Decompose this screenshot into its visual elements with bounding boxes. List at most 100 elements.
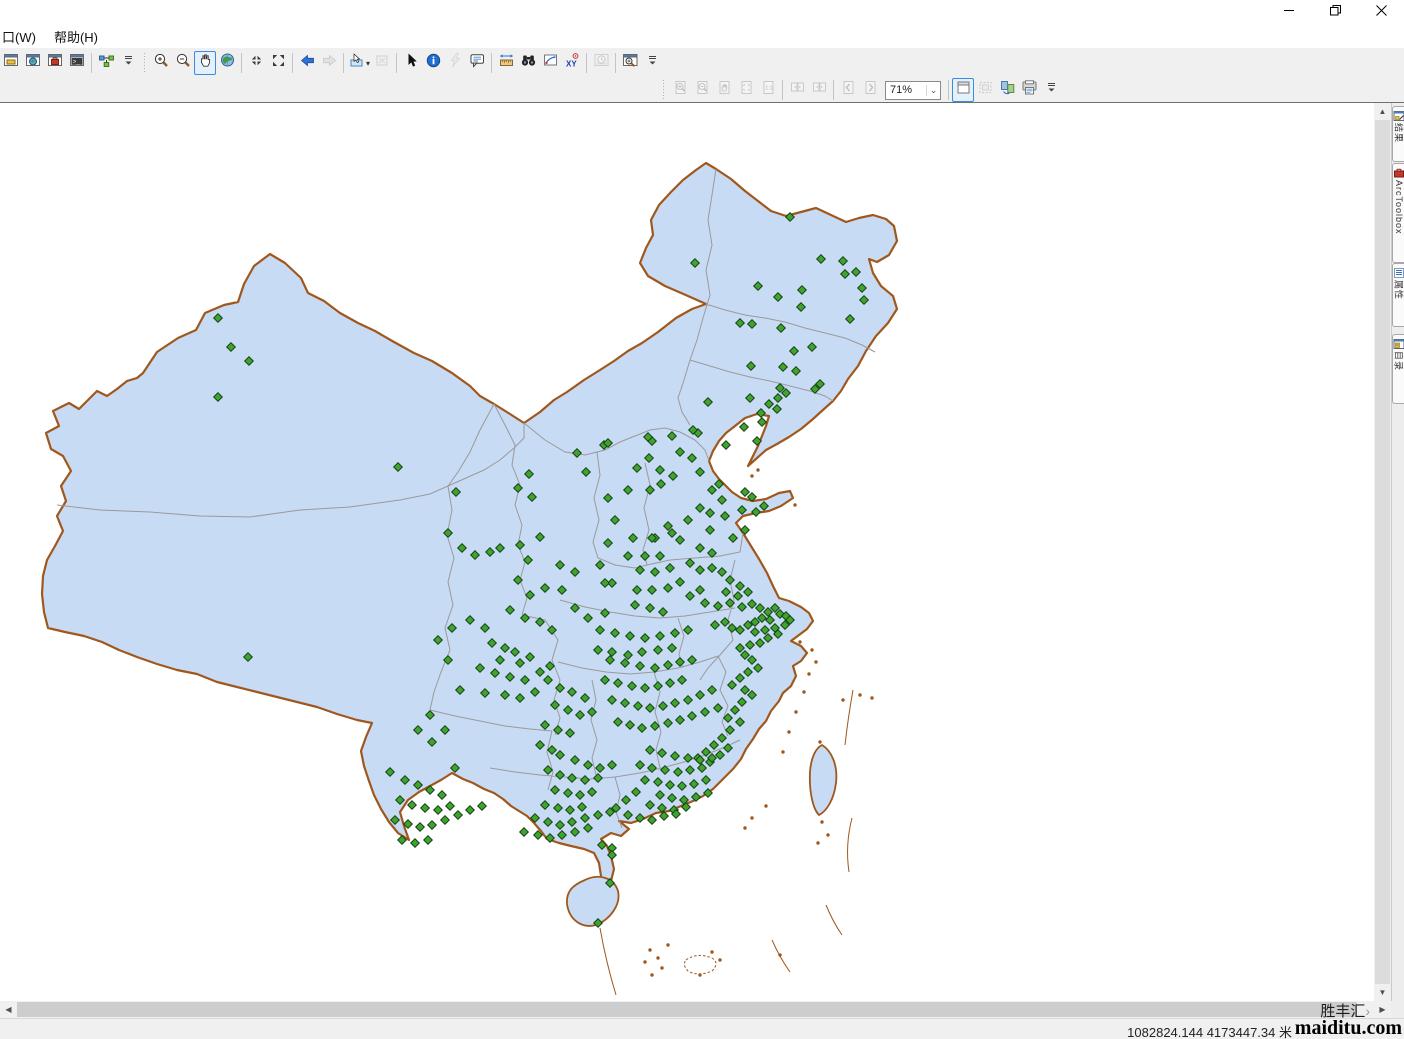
fixed-zoom-in-button[interactable] <box>245 51 267 75</box>
layout-zoom-100-button[interactable]: 1:1 <box>757 78 779 102</box>
city-point[interactable] <box>428 821 437 830</box>
scroll-up-arrow[interactable]: ▲ <box>1374 103 1391 120</box>
table-window-button[interactable] <box>0 51 22 75</box>
vertical-scroll-thumb[interactable] <box>1375 120 1390 984</box>
layout-zoom-out-button[interactable] <box>691 78 713 102</box>
focus-data-frame-button[interactable] <box>974 78 996 102</box>
scroll-down-arrow[interactable]: ▼ <box>1374 984 1391 1001</box>
hyperlink-button[interactable] <box>444 51 466 75</box>
zoom-out-button[interactable] <box>172 51 194 75</box>
city-point[interactable] <box>416 823 425 832</box>
city-point[interactable] <box>478 802 487 811</box>
city-point[interactable] <box>441 816 450 825</box>
island-0 <box>810 745 837 815</box>
catalog-window-icon <box>25 52 42 74</box>
forward-extent-button[interactable] <box>318 51 340 75</box>
catalog-window-button[interactable] <box>22 51 44 75</box>
fixed-zoom-out-button[interactable] <box>267 51 289 75</box>
horizontal-scroll-thumb[interactable] <box>17 1002 1357 1017</box>
city-point[interactable] <box>740 423 749 432</box>
modelbuilder-button[interactable] <box>95 51 117 75</box>
clear-selection-button[interactable] <box>371 51 393 75</box>
full-extent-button[interactable] <box>216 51 238 75</box>
minimize-button[interactable] <box>1266 0 1312 24</box>
find-route-button[interactable] <box>539 51 561 75</box>
city-point[interactable] <box>722 441 731 450</box>
zoom-in-button[interactable] <box>150 51 172 75</box>
measure-icon <box>498 52 515 74</box>
layout-next-extent-button[interactable] <box>859 78 881 102</box>
layout-zoom-pages-out-button[interactable] <box>808 78 830 102</box>
toolbar-separator <box>586 53 587 73</box>
pan-button[interactable] <box>194 51 216 75</box>
standard-overflow-button[interactable] <box>117 51 139 75</box>
city-point[interactable] <box>424 836 433 845</box>
map-canvas[interactable] <box>0 103 1374 1001</box>
toolbar-grip[interactable] <box>142 53 148 73</box>
select-elements-button[interactable] <box>400 51 422 75</box>
layout-zoom-whole-page-button[interactable] <box>735 78 757 102</box>
vertical-scrollbar[interactable]: ▲ ▼ <box>1374 103 1391 1001</box>
select-features-button[interactable]: ▾ <box>347 51 371 75</box>
toolbar-grip-layout[interactable] <box>661 80 667 100</box>
menu-item-window-menu[interactable]: 口(W) <box>0 24 45 49</box>
scroll-right-arrow[interactable]: ▶ <box>1374 1001 1391 1018</box>
arctoolbox-window-button[interactable] <box>44 51 66 75</box>
tab-results-icon <box>1393 109 1404 121</box>
scroll-left-arrow[interactable]: ◀ <box>0 1001 17 1018</box>
city-point[interactable] <box>408 801 417 810</box>
toggle-draft-mode-button[interactable] <box>952 78 974 102</box>
data-driven-pages-icon <box>999 79 1016 101</box>
find-button[interactable] <box>517 51 539 75</box>
back-extent-button[interactable] <box>296 51 318 75</box>
city-point[interactable] <box>758 418 767 427</box>
toolbar-row-2: 1:1 71%⌄ <box>658 78 1404 102</box>
dock-tab-label: 结果 <box>1393 123 1404 143</box>
sea-boundary-arc <box>848 818 852 872</box>
time-slider-button[interactable] <box>590 51 612 75</box>
restore-button[interactable] <box>1312 0 1358 24</box>
go-to-xy-button[interactable]: XY <box>561 51 583 75</box>
layout-zoom-pages-in-button[interactable] <box>786 78 808 102</box>
close-button[interactable] <box>1358 0 1404 24</box>
close-icon <box>1376 3 1387 21</box>
city-point[interactable] <box>438 791 447 800</box>
zoom-level-combobox[interactable]: 71%⌄ <box>885 81 941 100</box>
city-point[interactable] <box>454 811 463 820</box>
select-features-icon <box>348 52 365 74</box>
city-point[interactable] <box>520 828 529 837</box>
measure-button[interactable] <box>495 51 517 75</box>
city-point[interactable] <box>434 806 443 815</box>
chevron-down-icon[interactable]: ⌄ <box>926 85 940 96</box>
dock-tab-results[interactable]: 结果 <box>1392 106 1404 162</box>
horizontal-scrollbar[interactable]: ◀ ▶ <box>0 1001 1391 1018</box>
pan-icon <box>197 52 214 74</box>
city-point[interactable] <box>421 804 430 813</box>
island-speck <box>820 820 823 823</box>
menu-item-help-menu[interactable]: 帮助(H) <box>45 24 107 49</box>
city-point[interactable] <box>741 488 750 497</box>
layout-prev-extent-button[interactable] <box>837 78 859 102</box>
sea-boundary-arc <box>600 928 616 995</box>
change-layout-button[interactable] <box>1018 78 1040 102</box>
standard-overflow-icon <box>120 52 137 74</box>
data-driven-pages-button[interactable] <box>996 78 1018 102</box>
viewer-window-button[interactable] <box>619 51 641 75</box>
python-window-button[interactable]: >_ <box>66 51 88 75</box>
city-point[interactable] <box>466 806 475 815</box>
layout-zoom-in-button[interactable] <box>669 78 691 102</box>
tools-overflow-button[interactable] <box>641 51 663 75</box>
city-point[interactable] <box>411 839 420 848</box>
layout-pan-button[interactable] <box>713 78 735 102</box>
table-window-icon <box>3 52 20 74</box>
identify-button[interactable] <box>422 51 444 75</box>
city-point[interactable] <box>446 802 455 811</box>
dock-tab-attributes[interactable]: 属性 <box>1392 263 1404 327</box>
chevron-down-icon[interactable]: ▾ <box>366 59 370 68</box>
dock-tab-arctoolbox[interactable]: ArcToolbox <box>1392 163 1404 263</box>
layout-zoom-in-icon <box>672 79 689 101</box>
restore-icon <box>1330 3 1341 21</box>
layout-overflow-button[interactable] <box>1040 78 1062 102</box>
html-popup-button[interactable] <box>466 51 488 75</box>
dock-tab-catalog[interactable]: 目录 <box>1392 334 1404 404</box>
